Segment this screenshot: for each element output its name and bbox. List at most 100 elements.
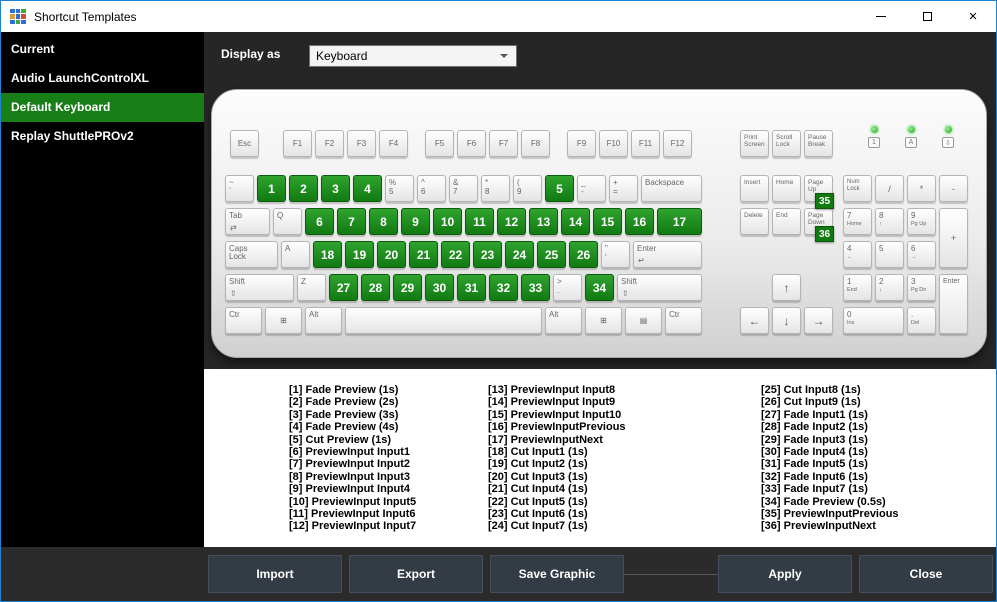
key-backtick[interactable]: ~ ` (225, 175, 254, 202)
key-quote[interactable]: " ' (601, 241, 630, 268)
key-assigned-8[interactable]: 8 (369, 208, 398, 235)
key-assigned-9[interactable]: 9 (401, 208, 430, 235)
key-assigned-3[interactable]: 3 (321, 175, 350, 202)
minimize-button[interactable] (858, 1, 904, 32)
key-assigned-27[interactable]: 27 (329, 274, 358, 301)
key-alt-left[interactable]: Alt (305, 307, 342, 334)
key-delete[interactable]: Delete (740, 208, 769, 235)
key-numpad-plus[interactable]: + (939, 208, 968, 268)
key-f9[interactable]: F9 (567, 130, 596, 157)
key-assigned-34[interactable]: 34 (585, 274, 614, 301)
key-win-left[interactable]: ⊞ (265, 307, 302, 334)
key-ctrl-left[interactable]: Ctr (225, 307, 262, 334)
key-assigned-26[interactable]: 26 (569, 241, 598, 268)
key-tab[interactable]: Tab ⇄ (225, 208, 270, 235)
key-win-right[interactable]: ⊞ (585, 307, 622, 334)
key-menu[interactable]: ▤ (625, 307, 662, 334)
sidebar-item-replay-shuttleprov2[interactable]: Replay ShuttlePROv2 (1, 122, 204, 151)
key-numpad-4[interactable]: 4 ← (843, 241, 872, 268)
key-f8[interactable]: F8 (521, 130, 550, 157)
key-assigned-29[interactable]: 29 (393, 274, 422, 301)
key-numpad-multiply[interactable]: * (907, 175, 936, 202)
key-numpad-3[interactable]: 3 Pg Dn (907, 274, 936, 301)
key-numpad-1[interactable]: 1 End (843, 274, 872, 301)
key-alt-right[interactable]: Alt (545, 307, 582, 334)
key-assigned-22[interactable]: 22 (441, 241, 470, 268)
sidebar-item-current[interactable]: Current (1, 35, 204, 64)
key-page-up[interactable]: Page Up 35 (804, 175, 834, 209)
key-a[interactable]: A (281, 241, 310, 268)
close-button[interactable]: Close (859, 555, 993, 593)
key-numpad-divide[interactable]: / (875, 175, 904, 202)
key-assigned-30[interactable]: 30 (425, 274, 454, 301)
apply-button[interactable]: Apply (718, 555, 852, 593)
key-enter[interactable]: Enter ↵ (633, 241, 702, 268)
key-minus[interactable]: _ - (577, 175, 606, 202)
key-assigned-10[interactable]: 10 (433, 208, 462, 235)
key-assigned-6[interactable]: 6 (305, 208, 334, 235)
key-assigned-2[interactable]: 2 (289, 175, 318, 202)
key-shift-right[interactable]: Shift ⇧ (617, 274, 702, 301)
key-home[interactable]: Home (772, 175, 801, 202)
key-assigned-18[interactable]: 18 (313, 241, 342, 268)
key-scroll-lock[interactable]: Scroll Lock (772, 130, 801, 157)
key-assigned-17[interactable]: 17 (657, 208, 702, 235)
key-numpad-9[interactable]: 9 Pg Up (907, 208, 936, 235)
key-f11[interactable]: F11 (631, 130, 660, 157)
key-print-screen[interactable]: Print Screen (740, 130, 769, 157)
key-assigned-12[interactable]: 12 (497, 208, 526, 235)
key-numpad-0[interactable]: 0 Ins (843, 307, 904, 334)
key-5[interactable]: % 5 (385, 175, 414, 202)
key-numpad-6[interactable]: 6 → (907, 241, 936, 268)
key-numpad-5[interactable]: 5 (875, 241, 904, 268)
sidebar-item-audio-launchcontrolxl[interactable]: Audio LaunchControlXL (1, 64, 204, 93)
key-assigned-31[interactable]: 31 (457, 274, 486, 301)
key-numpad-7[interactable]: 7 Home (843, 208, 872, 235)
key-numpad-period[interactable]: . Del (907, 307, 936, 334)
key-assigned-19[interactable]: 19 (345, 241, 374, 268)
key-assigned-4[interactable]: 4 (353, 175, 382, 202)
key-numpad-enter[interactable]: Enter (939, 274, 968, 334)
key-arrow-right[interactable]: → (804, 307, 833, 334)
maximize-button[interactable] (904, 1, 950, 32)
import-button[interactable]: Import (208, 555, 342, 593)
key-space[interactable] (345, 307, 542, 334)
key-assigned-24[interactable]: 24 (505, 241, 534, 268)
key-equals[interactable]: + = (609, 175, 638, 202)
key-shift-left[interactable]: Shift ⇧ (225, 274, 294, 301)
key-assigned-5[interactable]: 5 (545, 175, 574, 202)
key-arrow-up[interactable]: ↑ (772, 274, 801, 301)
key-f6[interactable]: F6 (457, 130, 486, 157)
key-assigned-33[interactable]: 33 (521, 274, 550, 301)
key-f12[interactable]: F12 (663, 130, 692, 157)
key-num-lock[interactable]: Num Lock (843, 175, 872, 202)
key-arrow-down[interactable]: ↓ (772, 307, 801, 334)
export-button[interactable]: Export (349, 555, 483, 593)
key-f1[interactable]: F1 (283, 130, 312, 157)
key-f10[interactable]: F10 (599, 130, 628, 157)
key-assigned-16[interactable]: 16 (625, 208, 654, 235)
key-period[interactable]: >. (553, 274, 582, 301)
close-button[interactable]: × (950, 1, 996, 32)
key-ctrl-right[interactable]: Ctr (665, 307, 702, 334)
sidebar-item-default-keyboard[interactable]: Default Keyboard (1, 93, 204, 122)
key-q[interactable]: Q (273, 208, 302, 235)
key-numpad-8[interactable]: 8 ↑ (875, 208, 904, 235)
key-f7[interactable]: F7 (489, 130, 518, 157)
key-assigned-28[interactable]: 28 (361, 274, 390, 301)
key-f2[interactable]: F2 (315, 130, 344, 157)
display-as-dropdown[interactable]: Keyboard (309, 45, 517, 67)
save-graphic-button[interactable]: Save Graphic (490, 555, 624, 593)
key-z[interactable]: Z (297, 274, 326, 301)
key-assigned-7[interactable]: 7 (337, 208, 366, 235)
key-assigned-25[interactable]: 25 (537, 241, 566, 268)
key-insert[interactable]: Insert (740, 175, 769, 202)
key-page-down[interactable]: Page Down 36 (804, 208, 834, 242)
key-assigned-13[interactable]: 13 (529, 208, 558, 235)
key-assigned-23[interactable]: 23 (473, 241, 502, 268)
key-caps-lock[interactable]: Caps Lock (225, 241, 278, 268)
key-f4[interactable]: F4 (379, 130, 408, 157)
key-9[interactable]: (9 (513, 175, 542, 202)
key-assigned-21[interactable]: 21 (409, 241, 438, 268)
key-8[interactable]: * 8 (481, 175, 510, 202)
